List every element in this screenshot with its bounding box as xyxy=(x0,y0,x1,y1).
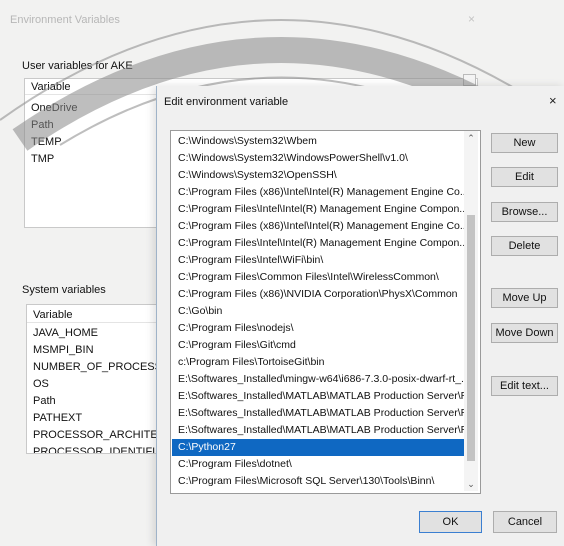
path-entry[interactable]: C:\Program Files (x86)\NVIDIA Corporatio… xyxy=(172,286,466,303)
dialog-title: Edit environment variable xyxy=(164,96,289,108)
chevron-up-icon[interactable]: ⌃ xyxy=(464,131,478,145)
new-button[interactable]: New xyxy=(491,133,558,153)
path-entry[interactable]: E:\Softwares_Installed\mingw-w64\i686-7.… xyxy=(172,371,466,388)
system-variable-os[interactable]: OS xyxy=(33,376,49,393)
path-entry-selected[interactable]: C:\Python27 xyxy=(172,439,466,456)
close-icon[interactable]: × xyxy=(468,12,475,26)
path-entry[interactable]: c:\Program Files\TortoiseGit\bin xyxy=(172,354,466,371)
path-entry[interactable]: C:\Program Files\Common Files\Intel\Wire… xyxy=(172,269,466,286)
path-entry[interactable]: C:\Program Files\Git\cmd xyxy=(172,337,466,354)
edit-button[interactable]: Edit xyxy=(491,167,558,187)
path-entry[interactable]: C:\Program Files\Microsoft SQL Server\13… xyxy=(172,473,466,490)
path-entry[interactable]: C:\Program Files (x86)\Intel\Intel(R) Ma… xyxy=(172,218,466,235)
user-variable-path[interactable]: Path xyxy=(31,118,54,133)
path-entry[interactable]: E:\Softwares_Installed\MATLAB\MATLAB Pro… xyxy=(172,405,466,422)
close-icon[interactable]: × xyxy=(549,93,557,108)
path-entry[interactable]: C:\Program Files\Intel\WiFi\bin\ xyxy=(172,252,466,269)
system-variable-pathext[interactable]: PATHEXT xyxy=(33,410,82,427)
path-entry[interactable]: C:\Program Files\nodejs\ xyxy=(172,320,466,337)
user-variable-temp[interactable]: TEMP xyxy=(31,135,62,150)
path-entry[interactable]: C:\Program Files\dotnet\ xyxy=(172,456,466,473)
path-entry[interactable]: C:\Program Files\Intel\Intel(R) Manageme… xyxy=(172,235,466,252)
path-entry[interactable]: C:\Program Files (x86)\Intel\Intel(R) Ma… xyxy=(172,184,466,201)
browse-button[interactable]: Browse... xyxy=(491,202,558,222)
path-entry[interactable]: C:\Go\bin xyxy=(172,303,466,320)
edit-text-button[interactable]: Edit text... xyxy=(491,376,558,396)
user-variables-label: User variables for AKE xyxy=(22,60,133,72)
user-variable-tmp[interactable]: TMP xyxy=(31,152,54,167)
path-entry[interactable]: C:\Windows\System32\OpenSSH\ xyxy=(172,167,466,184)
system-variable-java-home[interactable]: JAVA_HOME xyxy=(33,325,98,342)
header-scroll-box[interactable] xyxy=(463,74,476,86)
scrollbar-thumb[interactable] xyxy=(467,215,475,461)
window-title: Environment Variables xyxy=(10,14,120,26)
user-variable-onedrive[interactable]: OneDrive xyxy=(31,101,77,116)
cancel-button[interactable]: Cancel xyxy=(493,511,557,533)
chevron-down-icon[interactable]: ⌄ xyxy=(464,477,478,491)
vertical-scrollbar[interactable]: ⌃ ⌄ xyxy=(464,131,478,491)
system-variable-path[interactable]: Path xyxy=(33,393,56,410)
move-up-button[interactable]: Move Up xyxy=(491,288,558,308)
system-variable-msmpi-bin[interactable]: MSMPI_BIN xyxy=(33,342,94,359)
path-entry[interactable]: C:\Windows\System32\WindowsPowerShell\v1… xyxy=(172,150,466,167)
path-entry[interactable]: C:\Windows\System32\Wbem xyxy=(172,133,466,150)
delete-button[interactable]: Delete xyxy=(491,236,558,256)
path-entry[interactable]: E:\Softwares_Installed\MATLAB\MATLAB Pro… xyxy=(172,388,466,405)
ok-button[interactable]: OK xyxy=(419,511,482,533)
system-variable-processor-identifier[interactable]: PROCESSOR_IDENTIFIER xyxy=(33,444,171,453)
path-entry[interactable]: C:\Program Files\Intel\Intel(R) Manageme… xyxy=(172,201,466,218)
move-down-button[interactable]: Move Down xyxy=(491,323,558,343)
path-entry[interactable]: E:\Softwares_Installed\MATLAB\MATLAB Pro… xyxy=(172,422,466,439)
path-entries-list[interactable]: C:\Windows\System32\Wbem C:\Windows\Syst… xyxy=(170,130,481,494)
system-variables-label: System variables xyxy=(22,284,106,296)
